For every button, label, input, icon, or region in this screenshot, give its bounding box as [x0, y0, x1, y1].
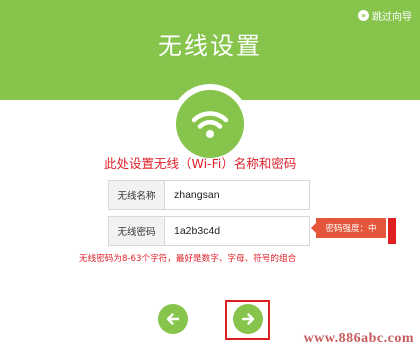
watermark: www.886abc.com: [303, 331, 414, 346]
arrow-left-icon: [166, 313, 180, 325]
highlight-marker: [388, 218, 396, 244]
next-button[interactable]: [233, 304, 263, 334]
password-field: 无线密码: [108, 216, 310, 246]
password-hint: 无线密码为8-63个字符，最好是数字、字母、符号的组合: [79, 254, 297, 264]
skip-icon: »: [358, 10, 369, 21]
password-input[interactable]: [165, 217, 309, 245]
arrow-right-icon: [241, 313, 255, 325]
instruction-text: 此处设置无线（Wi-Fi）名称和密码: [104, 156, 297, 171]
previous-button[interactable]: [158, 304, 188, 334]
wifi-badge: [170, 84, 250, 164]
ssid-field: 无线名称: [108, 180, 310, 210]
skip-wizard-button[interactable]: » 跳过向导: [358, 8, 412, 23]
wifi-badge-inner: [176, 90, 244, 158]
ssid-input[interactable]: [165, 181, 309, 209]
wifi-icon: [191, 111, 229, 138]
skip-wizard-label: 跳过向导: [372, 12, 412, 23]
password-label: 无线密码: [109, 217, 165, 245]
password-strength-badge: 密码强度：中: [311, 218, 386, 238]
page-title: 无线设置: [158, 32, 262, 60]
ssid-label: 无线名称: [109, 181, 165, 209]
